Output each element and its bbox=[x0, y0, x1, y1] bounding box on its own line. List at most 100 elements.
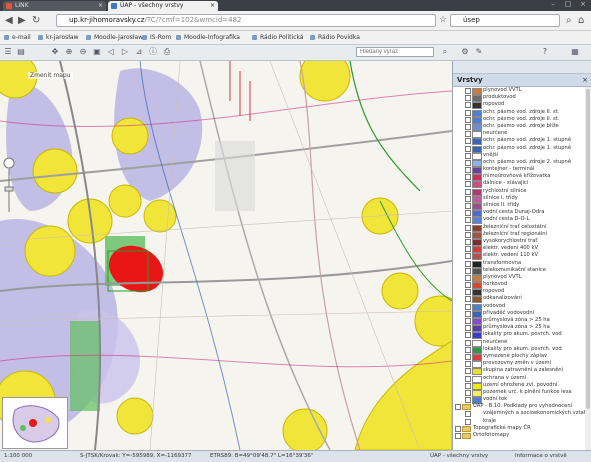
layer-row[interactable]: ochr. pásmo vod. zdroje 1. stupně bbox=[453, 145, 591, 153]
layers-icon[interactable]: ▤ bbox=[16, 47, 26, 57]
layer-row[interactable]: přivaděč vodovodní bbox=[453, 310, 591, 318]
layer-info-link[interactable]: Informace o vrstvě bbox=[515, 451, 567, 461]
layer-checkbox[interactable] bbox=[465, 368, 471, 375]
layer-checkbox[interactable] bbox=[455, 425, 461, 432]
layer-checkbox[interactable] bbox=[465, 159, 471, 166]
layer-row[interactable]: železniční trať celostátní bbox=[453, 224, 591, 232]
forward-arrow-icon[interactable]: ▶ bbox=[18, 15, 26, 26]
layer-checkbox[interactable] bbox=[465, 195, 471, 202]
map-search-input[interactable] bbox=[356, 47, 434, 57]
layer-checkbox[interactable] bbox=[465, 375, 471, 382]
forward-view-icon[interactable]: ▷ bbox=[120, 47, 130, 57]
layer-checkbox[interactable] bbox=[465, 339, 471, 346]
layer-checkbox[interactable] bbox=[465, 174, 471, 181]
scroll-thumb[interactable] bbox=[586, 89, 590, 409]
layer-checkbox[interactable] bbox=[465, 210, 471, 217]
layer-checkbox[interactable] bbox=[465, 152, 471, 159]
layer-checkbox[interactable] bbox=[465, 95, 471, 102]
layer-row[interactable]: transformovna bbox=[453, 260, 591, 268]
layer-row[interactable]: ochr. pásmo vod. zdroje 1. stupně bbox=[453, 137, 591, 146]
back-view-icon[interactable]: ◁ bbox=[106, 47, 116, 57]
bookmark-item[interactable]: kr-jarosław bbox=[38, 32, 79, 43]
layer-checkbox[interactable] bbox=[465, 411, 471, 418]
layer-row[interactable]: skupina zatravnění a zalesnění bbox=[453, 367, 591, 376]
overview-minimap[interactable] bbox=[2, 397, 68, 449]
pan-icon[interactable]: ✥ bbox=[50, 47, 60, 57]
layer-row[interactable]: rychlostní silnice bbox=[453, 188, 591, 196]
close-icon[interactable]: × bbox=[582, 74, 588, 86]
map-canvas[interactable]: Zmenit mapu bbox=[0, 61, 452, 450]
layer-row[interactable]: lokality pro akum. povrch. vod bbox=[453, 331, 591, 340]
reload-icon[interactable]: ↻ bbox=[32, 15, 40, 26]
tab-close-icon[interactable]: × bbox=[98, 1, 103, 11]
layer-checkbox[interactable] bbox=[465, 116, 471, 123]
search-icon[interactable]: ⌕ bbox=[440, 47, 450, 57]
tab-close-icon[interactable]: × bbox=[210, 1, 215, 11]
layer-checkbox[interactable] bbox=[465, 296, 471, 303]
layer-checkbox[interactable] bbox=[465, 332, 471, 339]
search-icon[interactable]: ⌕ bbox=[566, 15, 572, 26]
layer-checkbox[interactable] bbox=[465, 224, 471, 231]
layer-row[interactable]: Topografické mapy ČR bbox=[453, 425, 591, 432]
window-close-icon[interactable]: × bbox=[576, 0, 590, 9]
bookmark-item[interactable]: Moodle-Infografika bbox=[176, 32, 240, 43]
layer-checkbox[interactable] bbox=[465, 361, 471, 368]
layer-checkbox[interactable] bbox=[465, 203, 471, 209]
layer-row[interactable]: kraje bbox=[453, 418, 591, 425]
home-icon[interactable]: ⌂ bbox=[578, 15, 584, 26]
layer-row[interactable]: území ohrožené zvl. povodní bbox=[453, 382, 591, 390]
layer-checkbox[interactable] bbox=[465, 260, 471, 267]
zoom-out-icon[interactable]: ⊖ bbox=[78, 47, 88, 57]
layer-row[interactable]: dálnice - stávající bbox=[453, 180, 591, 189]
layer-checkbox[interactable] bbox=[465, 217, 471, 224]
layer-checkbox[interactable] bbox=[465, 289, 471, 296]
layer-row[interactable]: ropovod bbox=[453, 288, 591, 297]
layer-row[interactable]: ropovod bbox=[453, 101, 591, 110]
change-map-button[interactable]: Zmenit mapu bbox=[28, 72, 73, 79]
layer-checkbox[interactable] bbox=[455, 433, 461, 439]
layer-checkbox[interactable] bbox=[465, 188, 471, 195]
layer-row[interactable]: vzájemných a socioekonomických vztahů bbox=[453, 410, 591, 418]
layer-row[interactable]: plynovod VVTL bbox=[453, 87, 591, 95]
layer-row[interactable]: Ortofotomapy bbox=[453, 432, 591, 439]
layer-row[interactable]: produktovod bbox=[453, 94, 591, 103]
layer-row[interactable]: plynovod VVTL bbox=[453, 274, 591, 282]
layer-checkbox[interactable] bbox=[465, 318, 471, 324]
layer-checkbox[interactable] bbox=[465, 418, 471, 425]
tab-link[interactable]: LINK × bbox=[3, 1, 106, 11]
layer-row[interactable]: telekomunikační stanice bbox=[453, 267, 591, 275]
layer-checkbox[interactable] bbox=[465, 397, 471, 404]
maximize-icon[interactable]: □ bbox=[561, 0, 575, 9]
layer-row[interactable]: ochr. pásmo vod. zdroje blíže bbox=[453, 123, 591, 131]
bookmark-item[interactable]: Moodle-Jarosław bbox=[86, 32, 143, 43]
layer-checkbox[interactable] bbox=[465, 310, 471, 317]
bookmark-item[interactable]: e-mail bbox=[4, 32, 31, 43]
address-bar[interactable]: up.kr-jihomoravsky.cz/TC/?cmf=102&wmcid=… bbox=[56, 14, 436, 27]
layer-row[interactable]: neurčené bbox=[453, 339, 591, 347]
layer-checkbox[interactable] bbox=[465, 282, 471, 289]
layer-checkbox[interactable] bbox=[465, 167, 471, 174]
back-arrow-icon[interactable]: ◀ bbox=[5, 15, 13, 26]
layer-row[interactable]: železniční trať regionální bbox=[453, 231, 591, 239]
layer-checkbox[interactable] bbox=[465, 109, 471, 116]
layer-row[interactable]: vnější bbox=[453, 152, 591, 160]
layer-row[interactable]: pozemek urč. k plnění funkce lesa bbox=[453, 389, 591, 397]
layer-checkbox[interactable] bbox=[455, 404, 461, 411]
layer-scrollbar[interactable] bbox=[585, 87, 591, 450]
browser-search-input[interactable]: úsep bbox=[450, 14, 560, 27]
layer-row[interactable]: silnice I. třídy bbox=[453, 195, 591, 203]
layer-checkbox[interactable] bbox=[465, 382, 471, 389]
layer-row[interactable]: vodovod bbox=[453, 303, 591, 311]
layer-checkbox[interactable] bbox=[465, 88, 471, 94]
bookmark-item[interactable]: IS-Rom bbox=[142, 32, 171, 43]
layer-row[interactable]: elektr. vedení 110 kV bbox=[453, 252, 591, 261]
bookmark-star-icon[interactable]: ☆ bbox=[439, 15, 447, 26]
layer-row[interactable]: průmyslová zóna > 25 ha bbox=[453, 324, 591, 333]
layer-checkbox[interactable] bbox=[465, 131, 471, 138]
map-list-icon[interactable]: ☰ bbox=[3, 47, 13, 57]
layer-row[interactable]: odkanalizování bbox=[453, 295, 591, 304]
layer-checkbox[interactable] bbox=[465, 303, 471, 310]
measure-icon[interactable]: ⊿ bbox=[134, 47, 144, 57]
layer-checkbox[interactable] bbox=[465, 102, 471, 109]
layer-row[interactable]: ochrana v území bbox=[453, 375, 591, 383]
